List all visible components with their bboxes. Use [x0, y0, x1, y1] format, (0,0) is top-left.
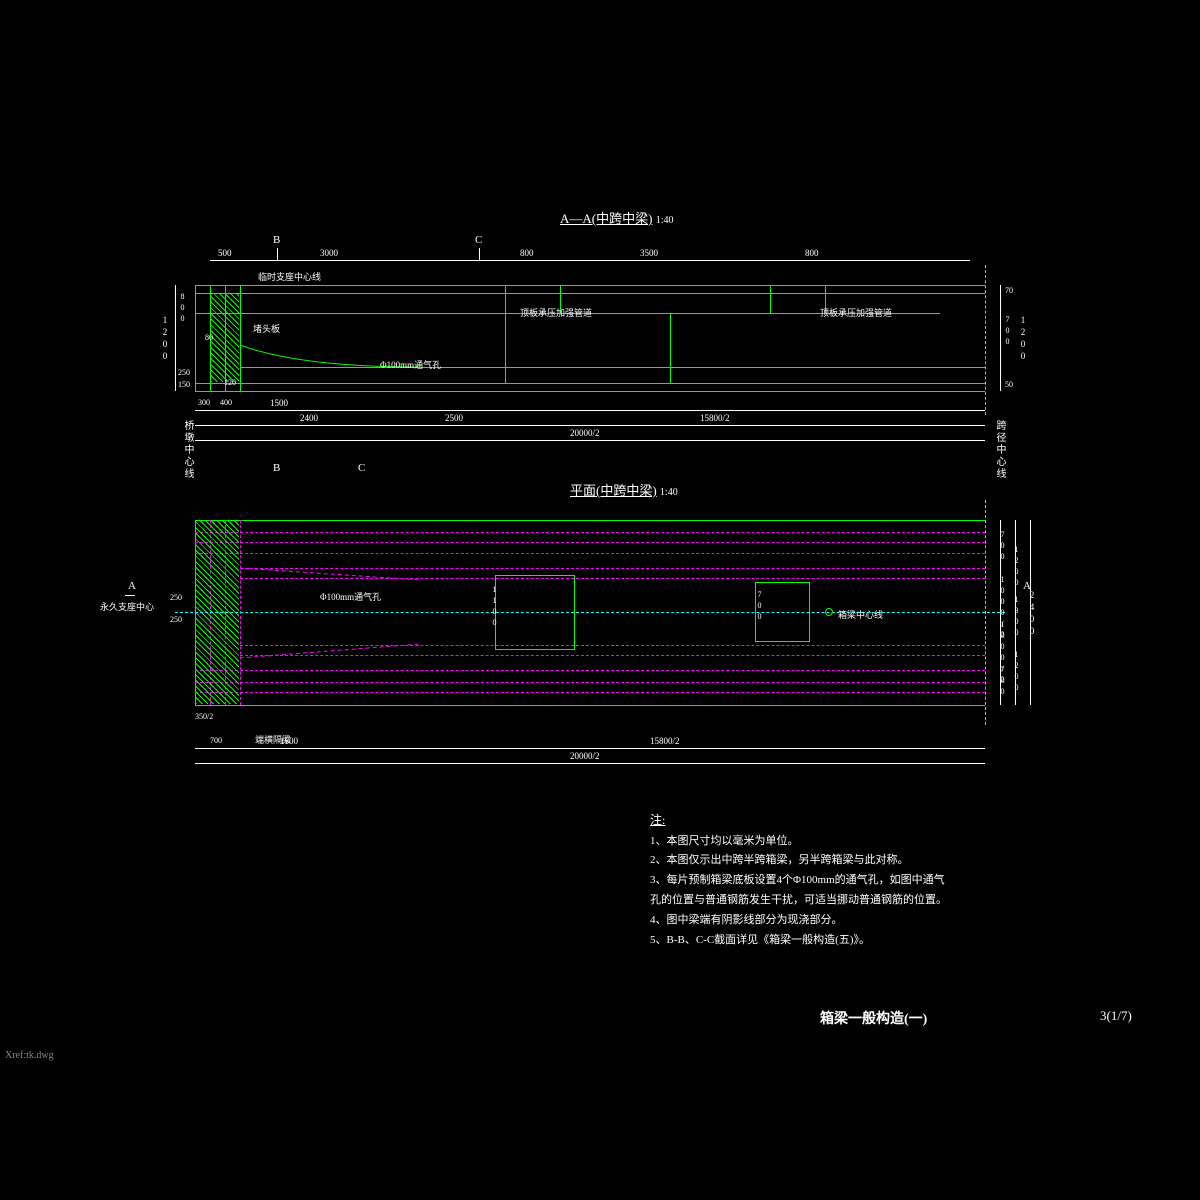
dim-2400: 2400 — [300, 413, 318, 423]
dim-3000: 3000 — [320, 248, 338, 258]
notes-title: 注: — [650, 810, 1150, 832]
dim-800a: 800 — [520, 248, 534, 258]
dim-250c: 250 — [170, 615, 182, 624]
slab1-label: 顶板承压加强管道 — [520, 306, 592, 319]
dim-250b: 250 — [170, 593, 182, 602]
vent2-label: Φ100mm通气孔 — [320, 590, 381, 603]
dim-50: 50 — [1005, 380, 1013, 389]
dim-2400b: 2400 — [1027, 590, 1037, 638]
sheet-number: 3(1/7) — [1100, 1008, 1132, 1024]
dim-1200: 1200 — [160, 315, 170, 363]
dim-350: 350/2 — [195, 712, 213, 721]
dim-700a: 700 — [210, 736, 222, 745]
section-a-title: A—A(中跨中梁) 1:40 — [560, 208, 673, 227]
slab2-label: 顶板承压加强管道 — [820, 306, 892, 319]
section-c-top: C — [475, 234, 482, 246]
dim-1500b: 1500 — [280, 736, 298, 746]
note-3: 3、每片预制箱梁底板设置4个Φ100mm的通气孔，如图中通气 — [650, 871, 1150, 891]
dim-700b2: 700 — [998, 665, 1007, 698]
vdim-left — [175, 285, 176, 391]
notes-block: 注: 1、本图尺寸均以毫米为单位。 2、本图仅示出中跨半跨箱梁，另半跨箱梁与此对… — [650, 810, 1150, 950]
dim-15800b: 15800/2 — [650, 736, 680, 746]
dim-80: 80 — [205, 333, 213, 342]
dim-20000: 20000/2 — [570, 428, 600, 438]
pier-cl-label: 桥墩中心线 — [180, 420, 195, 480]
dim-700: 700 — [1003, 315, 1012, 348]
dim-bot2 — [195, 425, 985, 426]
dim-300: 300 — [198, 398, 210, 407]
dim-1500a: 1500 — [270, 398, 288, 408]
section-a-left: A — [128, 580, 136, 592]
dim-1200b: 1200 — [1012, 545, 1021, 589]
a-tick-l — [125, 595, 135, 596]
bearing-cl-label: 临时支座中心线 — [258, 270, 321, 283]
dim-15800: 15800/2 — [700, 413, 730, 423]
dim-1200r: 1200 — [1018, 315, 1028, 363]
dim-400: 400 — [220, 398, 232, 407]
plan-title: 平面(中跨中梁) 1:40 — [570, 480, 678, 499]
span-cl-label: 跨径中心线 — [992, 420, 1007, 480]
note-1: 1、本图尺寸均以毫米为单位。 — [650, 832, 1150, 852]
section-a-view — [195, 285, 985, 395]
dim-20000b: 20000/2 — [570, 751, 600, 761]
section-b-bot: B — [273, 462, 280, 474]
dim-70: 70 — [1005, 286, 1013, 295]
dim-bot1 — [195, 410, 985, 411]
section-c-bot: C — [358, 462, 365, 474]
section-b-top: B — [273, 234, 280, 246]
beam-cl-label: 箱梁中心线 — [838, 608, 883, 621]
end-block-label: 堵头板 — [253, 322, 280, 335]
note-2: 2、本图仅示出中跨半跨箱梁，另半跨箱梁与此对称。 — [650, 851, 1150, 871]
vent-label: Φ100mm通气孔 — [380, 358, 441, 371]
dim-700b: 700 — [998, 530, 1007, 563]
note-3b: 孔的位置与普通钢筋发生干扰，可适当挪动普通钢筋的位置。 — [650, 891, 1150, 911]
dim-3500: 3500 — [640, 248, 658, 258]
dim-top-line — [210, 260, 970, 261]
vdim-right — [1000, 285, 1001, 391]
dim-250: 250 — [178, 368, 190, 377]
dim-800b: 800 — [805, 248, 819, 258]
dim-1300: 1300 — [1012, 595, 1021, 639]
section-b-line — [277, 248, 278, 260]
xref-label: Xref:tk.dwg — [5, 1050, 54, 1061]
dim-150: 150 — [178, 380, 190, 389]
drawing-title: 箱梁一般构造(一) — [820, 1008, 927, 1028]
plan-bot2 — [195, 763, 985, 764]
perm-bearing-label: 永久支座中心 — [100, 600, 154, 613]
section-c-line — [479, 248, 480, 260]
dim-800c: 800 — [178, 292, 187, 325]
note-4: 4、图中梁端有阴影线部分为现浇部分。 — [650, 911, 1150, 931]
dim-1100: 1100 — [490, 585, 499, 629]
dim-700c: 700 — [755, 590, 764, 623]
dim-120: 120 — [224, 378, 236, 387]
dim-bot3 — [195, 440, 985, 441]
dim-1200b2: 1200 — [1012, 650, 1021, 694]
plan-bot1 — [195, 748, 985, 749]
dim-2500: 2500 — [445, 413, 463, 423]
note-5: 5、B-B、C-C截面详见《箱梁一般构造(五)》。 — [650, 931, 1150, 951]
dim-500: 500 — [218, 248, 232, 258]
